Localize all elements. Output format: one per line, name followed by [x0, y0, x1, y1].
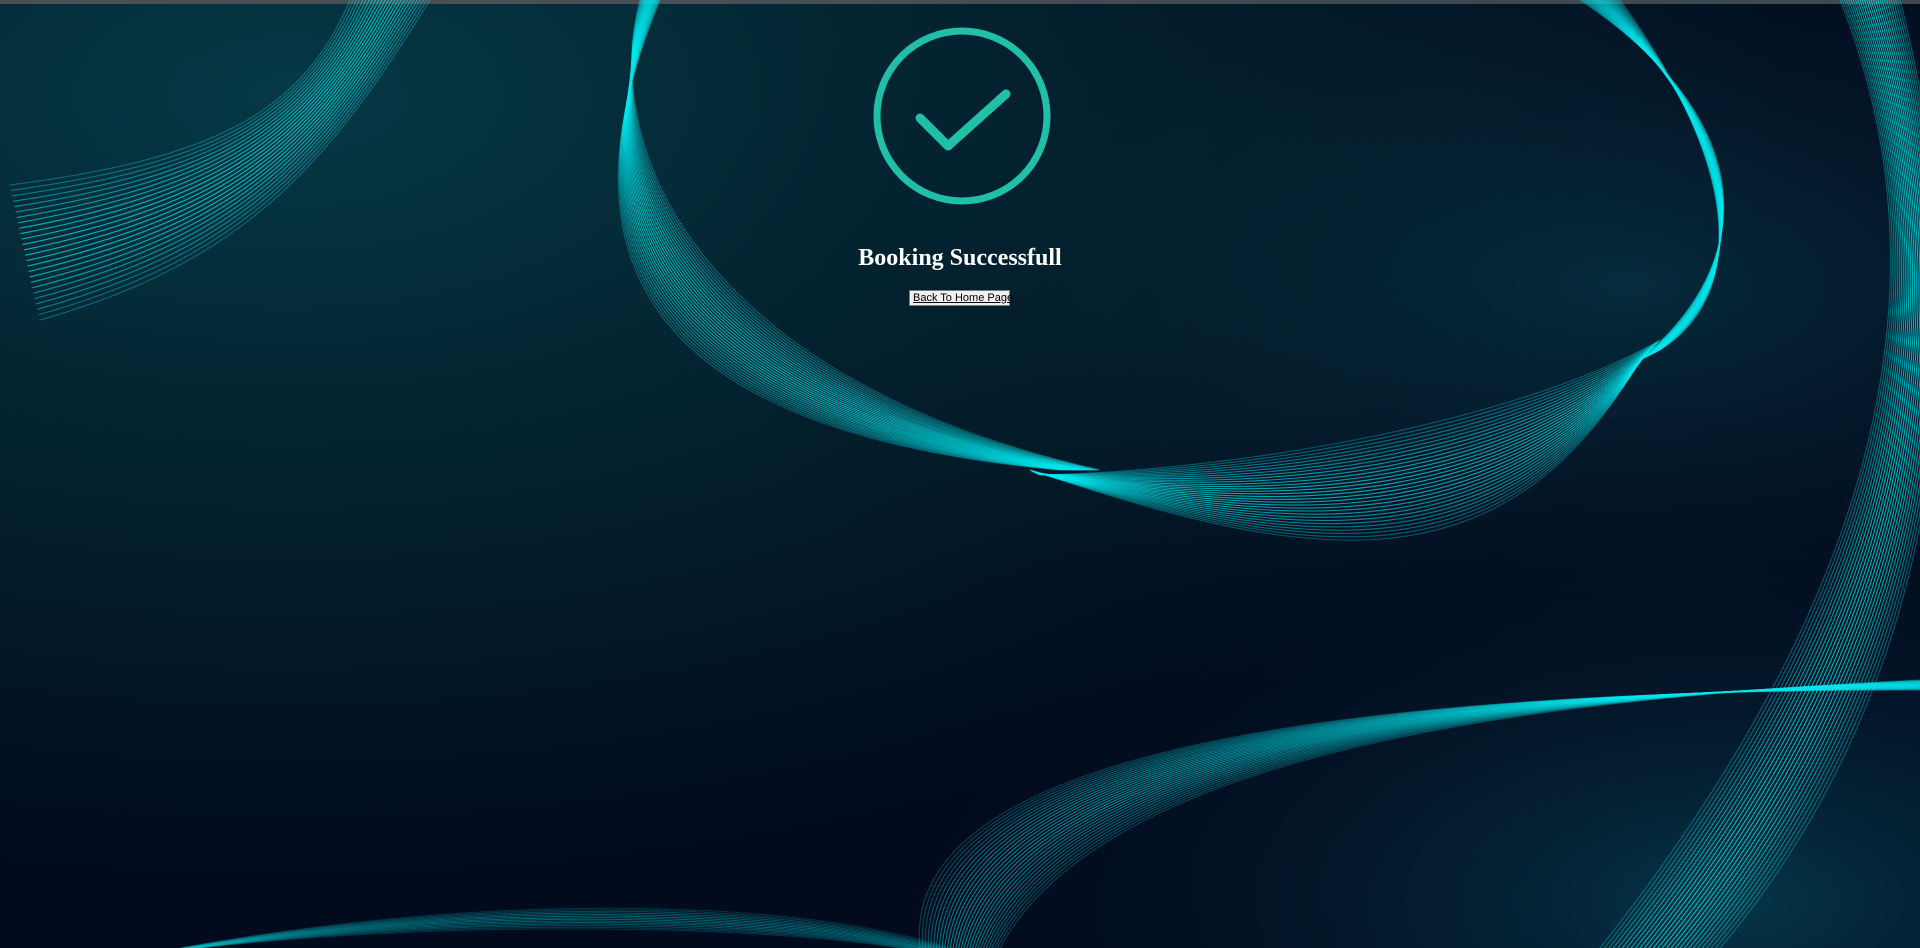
- check-circle-icon: [873, 27, 1051, 205]
- page-title: Booking Successfull: [858, 245, 1062, 271]
- back-to-home-button[interactable]: Back To Home Page: [909, 290, 1013, 306]
